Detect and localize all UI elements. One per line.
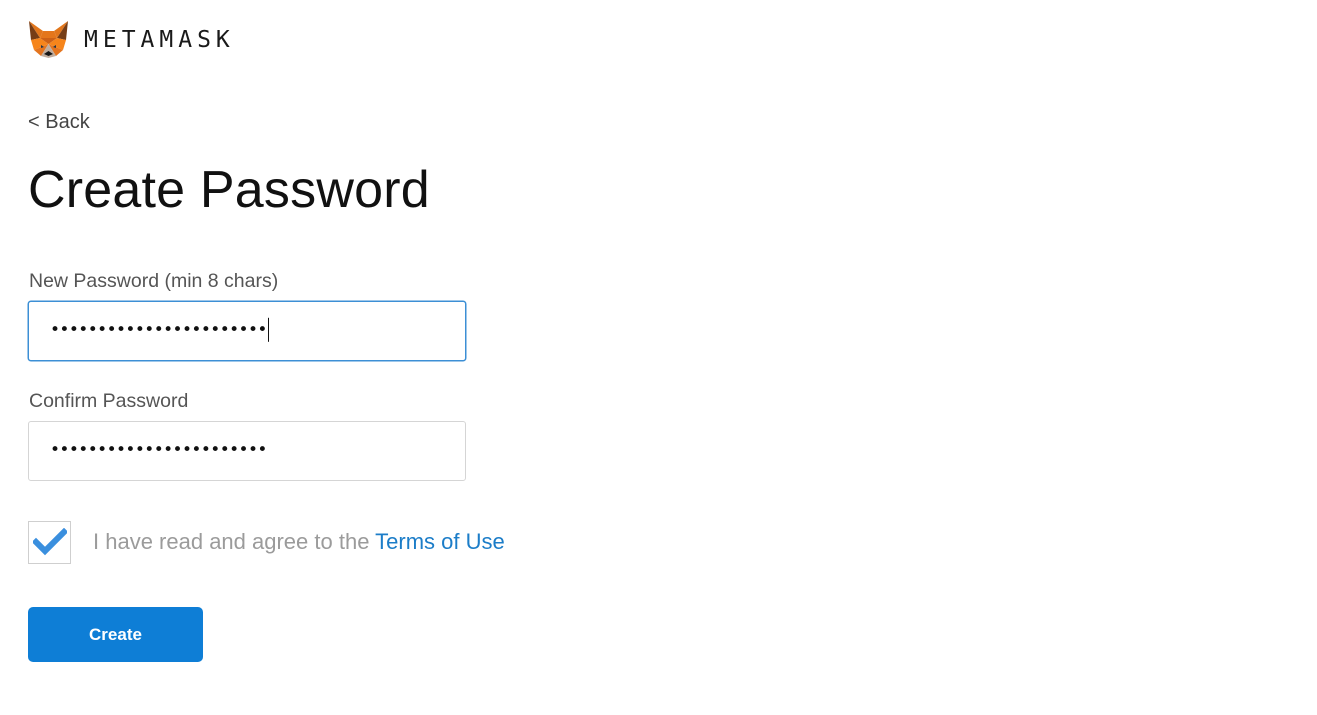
back-link[interactable]: < Back <box>28 111 90 134</box>
terms-checkbox[interactable] <box>28 521 71 564</box>
confirm-password-value: ••••••••••••••••••••••• <box>50 440 267 460</box>
confirm-password-field[interactable]: ••••••••••••••••••••••• <box>28 421 466 481</box>
create-button[interactable]: Create <box>28 607 203 662</box>
page-title: Create Password <box>28 161 430 219</box>
terms-prefix: I have read and agree to the <box>93 529 376 554</box>
new-password-label: New Password (min 8 chars) <box>29 270 279 292</box>
terms-text: I have read and agree to the Terms of Us… <box>93 529 505 555</box>
create-password-page: METAMASK < Back Create Password New Pass… <box>0 0 1317 715</box>
metamask-fox-icon <box>28 20 69 59</box>
header: METAMASK <box>28 20 235 59</box>
terms-of-use-link[interactable]: Terms of Use <box>375 529 505 554</box>
brand-wordmark: METAMASK <box>84 26 235 53</box>
text-caret <box>267 317 269 342</box>
new-password-value: ••••••••••••••••••••••• <box>50 317 269 342</box>
new-password-field[interactable]: ••••••••••••••••••••••• <box>28 301 466 361</box>
confirm-password-label: Confirm Password <box>29 390 189 412</box>
